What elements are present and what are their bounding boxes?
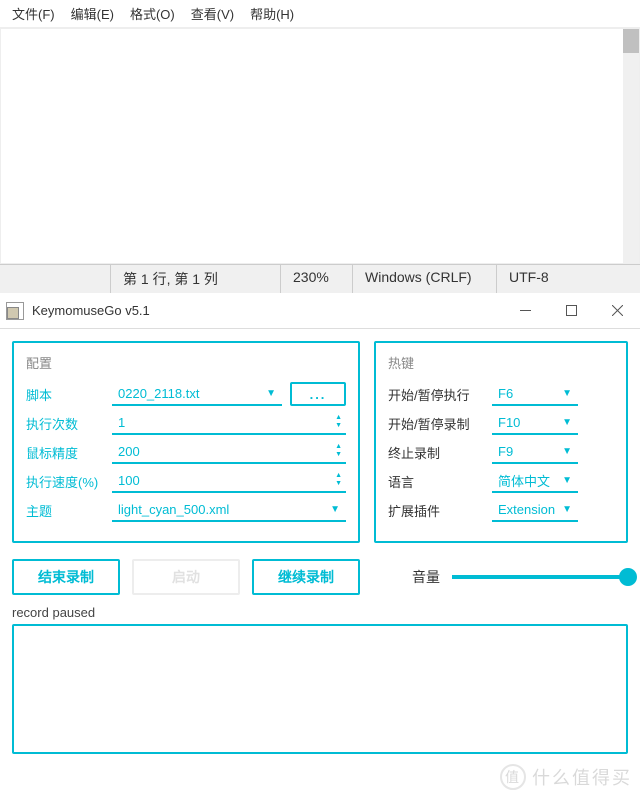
continue-record-button[interactable]: 继续录制 <box>252 559 360 595</box>
config-panel: 配置 脚本 0220_2118.txt▼ ... 执行次数 1▲▼ 鼠标精度 2… <box>12 341 360 543</box>
chevron-down-icon: ▼ <box>562 475 572 486</box>
slider-knob[interactable] <box>619 568 637 586</box>
volume-label: 音量 <box>412 567 440 587</box>
close-button[interactable] <box>594 293 640 329</box>
start-exec-select[interactable]: F6▼ <box>492 382 578 406</box>
start-rec-label: 开始/暂停录制 <box>388 414 492 433</box>
stop-rec-label: 终止录制 <box>388 443 492 462</box>
spinner-arrows-icon[interactable]: ▲▼ <box>335 440 342 462</box>
spinner-arrows-icon[interactable]: ▲▼ <box>335 469 342 491</box>
watermark-icon: 值 <box>500 764 526 790</box>
hotkey-heading: 热键 <box>388 353 614 372</box>
config-heading: 配置 <box>26 353 346 372</box>
chevron-down-icon: ▼ <box>562 446 572 457</box>
menu-help[interactable]: 帮助(H) <box>242 2 302 25</box>
minimize-button[interactable] <box>502 293 548 329</box>
precision-spinner[interactable]: 200▲▼ <box>112 440 346 464</box>
script-combo[interactable]: 0220_2118.txt▼ <box>112 382 282 406</box>
status-position: 第 1 行, 第 1 列 <box>110 265 280 293</box>
precision-label: 鼠标精度 <box>26 443 112 462</box>
times-label: 执行次数 <box>26 414 112 433</box>
start-exec-label: 开始/暂停执行 <box>388 385 492 404</box>
scrollbar-track[interactable] <box>623 29 639 263</box>
status-eol: Windows (CRLF) <box>352 265 496 293</box>
menu-file[interactable]: 文件(F) <box>4 2 63 25</box>
menu-edit[interactable]: 编辑(E) <box>63 2 122 25</box>
chevron-down-icon: ▼ <box>562 417 572 428</box>
scrollbar-thumb[interactable] <box>623 29 639 53</box>
status-zoom: 230% <box>280 265 352 293</box>
app-body: 配置 脚本 0220_2118.txt▼ ... 执行次数 1▲▼ 鼠标精度 2… <box>0 329 640 766</box>
script-label: 脚本 <box>26 385 112 404</box>
stop-record-button[interactable]: 结束录制 <box>12 559 120 595</box>
theme-combo[interactable]: light_cyan_500.xml▼ <box>112 498 346 522</box>
notepad-statusbar: 第 1 行, 第 1 列 230% Windows (CRLF) UTF-8 <box>0 264 640 293</box>
hotkey-panel: 热键 开始/暂停执行F6▼ 开始/暂停录制F10▼ 终止录制F9▼ 语言简体中文… <box>374 341 628 543</box>
chevron-down-icon: ▼ <box>562 388 572 399</box>
notepad-text-area[interactable] <box>0 28 640 264</box>
ext-select[interactable]: Extension▼ <box>492 498 578 522</box>
theme-label: 主题 <box>26 501 112 520</box>
spinner-arrows-icon[interactable]: ▲▼ <box>335 411 342 433</box>
window-title: KeymomuseGo v5.1 <box>32 303 502 318</box>
speed-label: 执行速度(%) <box>26 472 112 491</box>
notepad-menubar: 文件(F) 编辑(E) 格式(O) 查看(V) 帮助(H) <box>0 0 640 28</box>
chevron-down-icon: ▼ <box>562 504 572 515</box>
titlebar: KeymomuseGo v5.1 <box>0 293 640 329</box>
lang-select[interactable]: 简体中文▼ <box>492 469 578 493</box>
start-rec-select[interactable]: F10▼ <box>492 411 578 435</box>
menu-view[interactable]: 查看(V) <box>183 2 242 25</box>
watermark: 值 什么值得买 <box>500 764 632 790</box>
status-empty <box>0 265 110 293</box>
browse-button[interactable]: ... <box>290 382 346 406</box>
ext-label: 扩展插件 <box>388 501 492 520</box>
app-icon <box>6 302 24 320</box>
chevron-down-icon: ▼ <box>266 388 276 399</box>
run-button[interactable]: 启动 <box>132 559 240 595</box>
speed-spinner[interactable]: 100▲▼ <box>112 469 346 493</box>
log-area[interactable] <box>12 624 628 754</box>
volume-slider[interactable] <box>452 575 628 579</box>
stop-rec-select[interactable]: F9▼ <box>492 440 578 464</box>
status-encoding: UTF-8 <box>496 265 640 293</box>
times-spinner[interactable]: 1▲▼ <box>112 411 346 435</box>
chevron-down-icon: ▼ <box>330 504 340 515</box>
status-text: record paused <box>12 605 628 620</box>
lang-label: 语言 <box>388 472 492 491</box>
menu-format[interactable]: 格式(O) <box>122 2 183 25</box>
maximize-button[interactable] <box>548 293 594 329</box>
